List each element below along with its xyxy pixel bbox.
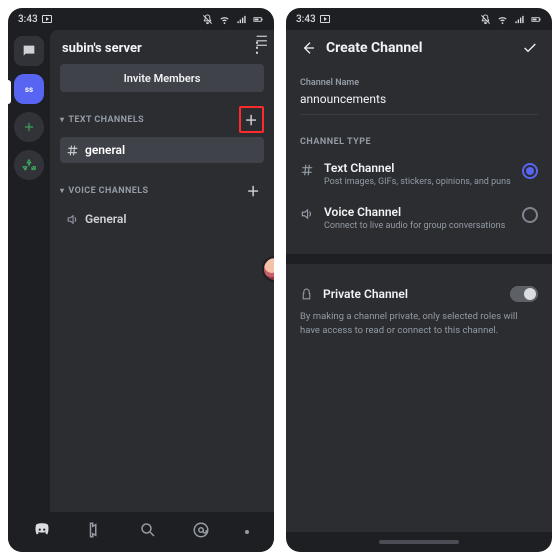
radio-voice-unselected[interactable] xyxy=(522,207,538,223)
chevron-down-icon: ▾ xyxy=(60,186,64,195)
private-toggle-off[interactable] xyxy=(510,286,538,302)
bell-mute-icon xyxy=(480,14,491,25)
active-server-indicator xyxy=(8,80,11,104)
screen-create-channel: 3:43 Create Channel Channel Name announc… xyxy=(286,8,552,552)
channel-name-label: Channel Name xyxy=(300,78,538,88)
text-type-title: Text Channel xyxy=(324,161,512,175)
server-rail: ss xyxy=(8,30,50,512)
friends-icon xyxy=(86,521,104,539)
lock-icon xyxy=(300,288,313,301)
channel-general-text[interactable]: general xyxy=(60,137,264,163)
private-title: Private Channel xyxy=(323,287,500,301)
discover-hub-button[interactable] xyxy=(14,150,44,180)
hash-icon xyxy=(300,163,314,177)
hub-icon xyxy=(22,158,36,172)
speaker-icon xyxy=(300,207,314,221)
text-category-label: TEXT CHANNELS xyxy=(68,115,144,125)
nav-friends[interactable] xyxy=(86,521,104,543)
type-option-voice[interactable]: Voice Channel Connect to live audio for … xyxy=(300,197,538,241)
battery-icon xyxy=(531,14,542,25)
server-avatar-initials: ss xyxy=(25,85,33,94)
at-icon xyxy=(192,521,210,539)
nav-home[interactable] xyxy=(33,521,51,543)
channel-general-voice[interactable]: General xyxy=(60,206,264,232)
screen-server-channels: 3:43 ss subin's xyxy=(8,8,274,552)
add-text-channel-button[interactable]: ＋ xyxy=(239,106,264,133)
voice-type-title: Voice Channel xyxy=(324,205,512,219)
signal-icon xyxy=(236,14,247,25)
server-title[interactable]: subin's server xyxy=(62,41,142,56)
channel-general-label: general xyxy=(85,143,125,157)
invite-members-button[interactable]: Invite Members xyxy=(60,64,264,92)
speaker-icon xyxy=(66,213,79,226)
voice-channel-label: General xyxy=(85,212,126,226)
add-server-button[interactable] xyxy=(14,112,44,142)
chevron-down-icon: ▾ xyxy=(60,115,64,124)
confirm-check-button[interactable] xyxy=(522,40,538,56)
youtube-icon xyxy=(42,15,52,23)
voice-channels-category[interactable]: ▾ VOICE CHANNELS ＋ xyxy=(60,175,264,206)
discord-icon xyxy=(33,521,51,539)
dm-button[interactable] xyxy=(14,36,44,66)
bottom-nav xyxy=(8,512,274,552)
members-toggle-button[interactable]: ☰ xyxy=(255,34,268,50)
status-time: 3:43 xyxy=(18,14,38,25)
radio-text-selected[interactable] xyxy=(522,163,538,179)
youtube-icon xyxy=(320,15,330,23)
voice-category-label: VOICE CHANNELS xyxy=(68,186,148,196)
text-channels-category[interactable]: ▾ TEXT CHANNELS ＋ xyxy=(60,102,264,137)
bell-mute-icon xyxy=(202,14,213,25)
status-bar: 3:43 xyxy=(8,8,274,30)
channel-list-panel: subin's server ⋮ Invite Members ▾ TEXT C… xyxy=(50,30,274,512)
search-icon xyxy=(139,521,157,539)
nav-mentions[interactable] xyxy=(192,521,210,543)
status-bar: 3:43 xyxy=(286,8,552,30)
type-option-text[interactable]: Text Channel Post images, GIFs, stickers… xyxy=(300,153,538,197)
channel-type-section-label: CHANNEL TYPE xyxy=(300,137,538,147)
server-avatar[interactable]: ss xyxy=(14,74,44,104)
nav-search[interactable] xyxy=(139,521,157,543)
channel-name-input[interactable]: announcements xyxy=(300,88,538,115)
nav-profile[interactable] xyxy=(245,530,249,534)
back-arrow-icon[interactable] xyxy=(300,40,316,56)
invite-members-label: Invite Members xyxy=(124,72,201,85)
private-channel-row[interactable]: Private Channel xyxy=(300,278,538,306)
voice-type-desc: Connect to live audio for group conversa… xyxy=(324,221,512,233)
status-time: 3:43 xyxy=(296,14,316,25)
gesture-bar xyxy=(379,540,459,544)
peek-user-avatar[interactable] xyxy=(262,256,274,282)
signal-icon xyxy=(514,14,525,25)
create-channel-title: Create Channel xyxy=(326,40,422,56)
chat-icon xyxy=(21,43,37,59)
section-divider xyxy=(286,254,552,264)
wifi-icon xyxy=(497,14,508,25)
private-desc: By making a channel private, only select… xyxy=(300,306,538,337)
add-voice-channel-button[interactable]: ＋ xyxy=(243,179,264,202)
battery-icon xyxy=(253,14,264,25)
wifi-icon xyxy=(219,14,230,25)
hash-icon xyxy=(66,144,79,157)
plus-icon xyxy=(22,120,36,134)
text-type-desc: Post images, GIFs, stickers, opinions, a… xyxy=(324,177,512,189)
